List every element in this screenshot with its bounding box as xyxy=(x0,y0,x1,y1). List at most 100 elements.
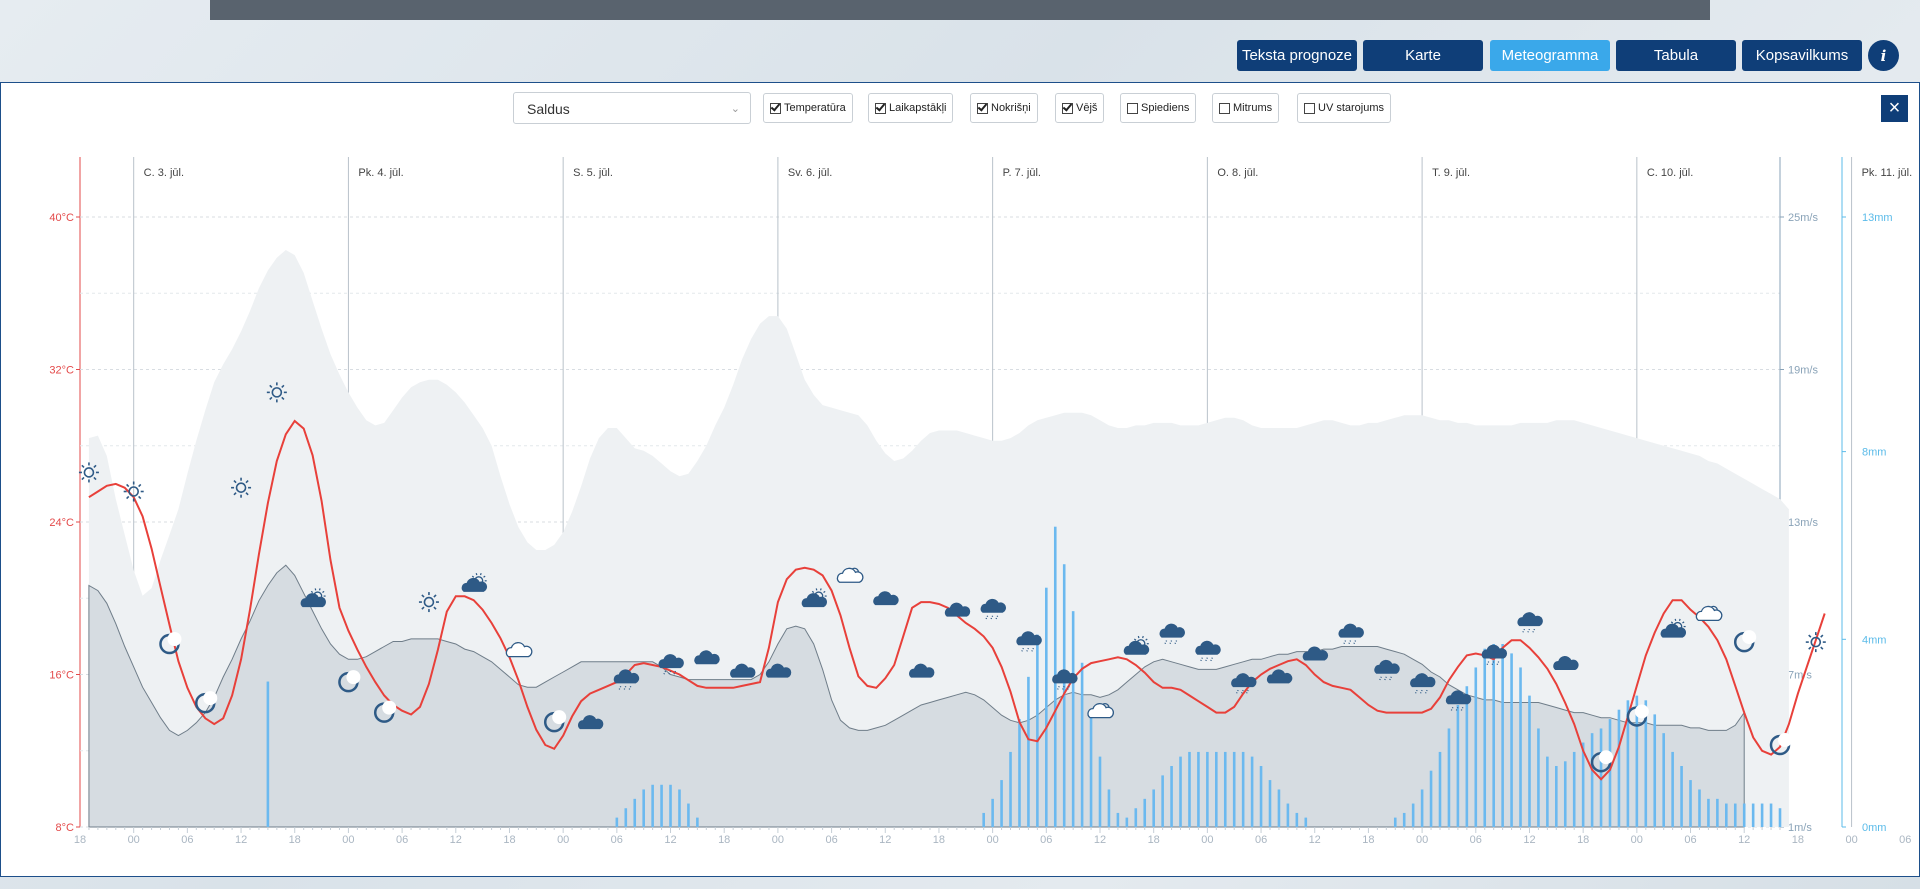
precip-tick-label: 0mm xyxy=(1862,822,1886,834)
hour-tick-label: 18 xyxy=(1362,834,1374,846)
precip-bar xyxy=(1528,695,1531,827)
day-label: Pk. 4. jūl. xyxy=(358,167,403,179)
hour-tick-label: 18 xyxy=(289,834,301,846)
precip-bar xyxy=(633,798,637,827)
hour-tick-label: 00 xyxy=(1201,834,1213,846)
precip-bar xyxy=(1241,751,1245,827)
precip-bar xyxy=(1546,756,1549,827)
precip-bar xyxy=(1393,817,1397,827)
hour-tick-label: 18 xyxy=(1792,834,1804,846)
precip-bar xyxy=(1215,751,1218,827)
hour-tick-label: 12 xyxy=(664,834,676,846)
precip-bar xyxy=(1098,756,1102,827)
hour-tick-label: 06 xyxy=(1040,834,1052,846)
precip-bar xyxy=(1009,751,1012,827)
precip-bar xyxy=(982,812,985,827)
precip-bar xyxy=(1501,644,1504,827)
day-label: Sv. 6. jūl. xyxy=(788,167,832,179)
precip-bar xyxy=(991,798,994,827)
hour-tick-label: 18 xyxy=(933,834,945,846)
precip-bar xyxy=(1206,751,1209,827)
wind-tick-label: 7m/s xyxy=(1788,670,1812,682)
precip-bar xyxy=(1143,798,1147,827)
hour-tick-label: 12 xyxy=(235,834,247,846)
temperature-tick-label: 40°C xyxy=(49,212,74,224)
hour-tick-label: 18 xyxy=(503,834,515,846)
precip-bar xyxy=(1769,803,1773,827)
hour-tick-label: 12 xyxy=(450,834,462,846)
precip-bar xyxy=(1188,751,1191,827)
hour-tick-label: 06 xyxy=(1684,834,1696,846)
hour-tick-label: 00 xyxy=(1416,834,1428,846)
precip-bar xyxy=(1537,728,1540,827)
precip-bar xyxy=(1223,751,1227,827)
precip-bar xyxy=(687,803,690,827)
precip-bar xyxy=(1027,676,1030,827)
precip-bar xyxy=(1563,761,1567,827)
precip-bar xyxy=(1555,766,1558,827)
precip-bar xyxy=(1018,719,1021,827)
precip-bar xyxy=(1232,751,1236,827)
precip-bar xyxy=(1510,653,1513,827)
precip-bar xyxy=(1733,803,1737,827)
precip-bar xyxy=(1152,789,1155,827)
day-label: P. 7. jūl. xyxy=(1003,167,1041,179)
precip-bar xyxy=(1161,775,1164,827)
hour-tick-label: 00 xyxy=(772,834,784,846)
precip-bar xyxy=(1707,798,1710,827)
hour-tick-label: 00 xyxy=(986,834,998,846)
wind-tick-label: 13m/s xyxy=(1788,517,1818,529)
hour-tick-label: 12 xyxy=(1738,834,1750,846)
precip-bar xyxy=(1519,667,1522,827)
hour-tick-label: 18 xyxy=(1577,834,1589,846)
hour-tick-label: 12 xyxy=(1309,834,1321,846)
meteogram-chart: 40°C 32°C 24°C 16°C 8°C 25m/s 19m/s 13m/s 7m/s 1m… xyxy=(49,157,1912,846)
precip-bar xyxy=(1170,766,1173,827)
precip-bar xyxy=(1036,634,1039,827)
day-label: C. 3. jūl. xyxy=(144,167,184,179)
hour-tick-label: 18 xyxy=(718,834,730,846)
precip-bar xyxy=(615,817,619,827)
precip-bar xyxy=(1197,751,1200,827)
precip-bar xyxy=(1268,780,1272,827)
precip-bar xyxy=(1438,751,1442,827)
precip-bar xyxy=(1751,803,1755,827)
hour-tick-label: 06 xyxy=(1470,834,1482,846)
temperature-tick-label: 32°C xyxy=(49,365,74,377)
precip-bar xyxy=(1725,803,1728,827)
hour-tick-label: 12 xyxy=(1094,834,1106,846)
hour-tick-label: 06 xyxy=(396,834,408,846)
hour-tick-label: 06 xyxy=(1899,834,1911,846)
temperature-tick-label: 24°C xyxy=(49,517,74,529)
precip-bar xyxy=(678,789,681,827)
precip-bar xyxy=(1680,766,1683,827)
day-label: T. 9. jūl. xyxy=(1432,167,1470,179)
precip-bar xyxy=(1000,780,1003,827)
precip-bar xyxy=(1742,803,1746,827)
hour-tick-label: 00 xyxy=(128,834,140,846)
precip-bar xyxy=(1250,756,1254,827)
precip-bar xyxy=(266,681,270,827)
precip-bar xyxy=(1411,803,1415,827)
wind-tick-label: 19m/s xyxy=(1788,365,1818,377)
precip-bar xyxy=(1259,766,1263,827)
precip-bar xyxy=(1179,756,1182,827)
precip-bar xyxy=(1071,611,1075,827)
precip-bar xyxy=(1295,812,1299,827)
hour-tick-label: 12 xyxy=(1523,834,1535,846)
hour-tick-label: 18 xyxy=(74,834,86,846)
precip-bar xyxy=(1116,812,1120,827)
precip-bar xyxy=(1107,789,1111,827)
precip-bar xyxy=(660,784,663,827)
precip-bar xyxy=(1778,808,1782,827)
precip-bar xyxy=(1429,770,1433,827)
hour-tick-label: 00 xyxy=(1845,834,1857,846)
precip-tick-label: 8mm xyxy=(1862,447,1886,459)
precip-bar xyxy=(1581,742,1585,827)
precip-bar xyxy=(1617,709,1621,827)
precip-bar xyxy=(1465,686,1469,827)
precip-bar xyxy=(1698,789,1701,827)
precip-bar xyxy=(1286,803,1290,827)
precip-bar xyxy=(1045,587,1048,827)
precip-bar xyxy=(1483,648,1487,827)
